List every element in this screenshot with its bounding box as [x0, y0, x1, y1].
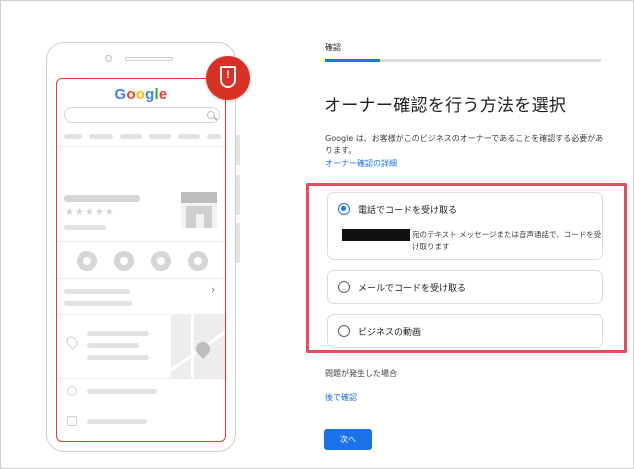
- radio-button-selected[interactable]: [338, 203, 350, 215]
- mock-tab: [178, 134, 200, 139]
- mock-tab: [149, 134, 171, 139]
- next-button[interactable]: 次へ: [324, 429, 372, 450]
- window-frame: Google ★★★★★ › ! 確認 オーナー確認を行う方法を選択 Googl…: [0, 0, 634, 469]
- phone-side-button: [236, 175, 240, 215]
- google-logo-letter: g: [145, 86, 155, 103]
- step-tab-label: 確認: [325, 43, 341, 52]
- radio-button[interactable]: [338, 325, 350, 337]
- verification-badge: !: [206, 56, 250, 100]
- option-detail: 宛のテキスト メッセージまたは音声通話で、コードを受け取ります: [412, 230, 602, 251]
- verify-later-link[interactable]: 後で確認: [325, 392, 357, 403]
- mock-text-line: [64, 289, 130, 294]
- step-progress-track: [325, 59, 601, 62]
- mock-text-line: [87, 343, 139, 348]
- directions-icon: [114, 251, 134, 271]
- location-pin-icon: [64, 334, 80, 350]
- search-icon: [207, 111, 215, 119]
- mock-text-line: [87, 419, 147, 424]
- call-icon: [77, 251, 97, 271]
- option-email-code[interactable]: メールでコードを受け取る: [327, 270, 603, 304]
- option-label: メールでコードを受け取る: [358, 284, 467, 294]
- phone-speaker: [125, 57, 173, 61]
- divider: [57, 241, 225, 242]
- rating-stars: ★★★★★: [65, 207, 115, 218]
- option-phone-code[interactable]: 電話でコードを受け取る 宛のテキスト メッセージまたは音声通話で、コードを受け取…: [327, 192, 603, 260]
- mini-map: [171, 314, 225, 378]
- verification-options-highlight: 電話でコードを受け取る 宛のテキスト メッセージまたは音声通話で、コードを受け取…: [306, 183, 627, 353]
- divider: [57, 146, 225, 147]
- mock-tab: [120, 134, 142, 139]
- step-progress-indicator: [325, 59, 380, 62]
- mock-business-name: [64, 195, 140, 202]
- mock-text-line: [87, 331, 149, 336]
- clock-icon: [67, 386, 77, 396]
- google-logo-letter: o: [135, 86, 146, 103]
- radio-button[interactable]: [338, 281, 350, 293]
- option-label: ビジネスの動画: [358, 328, 422, 338]
- description-text: Google は、お客様がこのビジネスのオーナーであることを確認する必要がありま…: [325, 134, 604, 155]
- google-logo: Google: [57, 86, 225, 103]
- phone-camera: [105, 55, 112, 62]
- mock-text-line: [87, 389, 157, 394]
- mock-text-line: [87, 355, 149, 360]
- mock-text-line: [64, 301, 132, 306]
- google-logo-letter: e: [158, 86, 168, 103]
- option-label: 電話でコードを受け取る: [358, 206, 458, 216]
- chevron-right-icon: ›: [211, 283, 216, 296]
- storefront-door: [196, 214, 204, 228]
- storefront-body: [186, 206, 212, 228]
- mock-tab: [64, 134, 82, 139]
- storefront-roof: [181, 192, 217, 203]
- trouble-text: 問題が発生した場合: [325, 369, 397, 378]
- phone-illustration: Google ★★★★★ ›: [46, 42, 240, 452]
- mock-tab: [89, 134, 113, 139]
- shield-alert-icon: !: [220, 66, 236, 88]
- mock-tab: [207, 134, 221, 139]
- phone-screen: Google ★★★★★ ›: [56, 78, 226, 442]
- page-title: オーナー確認を行う方法を選択: [324, 96, 567, 116]
- shield-glyph: !: [226, 69, 230, 81]
- map-road: [191, 314, 194, 378]
- option-business-video[interactable]: ビジネスの動画: [327, 314, 603, 348]
- save-icon: [151, 251, 171, 271]
- learn-more-link[interactable]: オーナー確認の詳細: [325, 158, 397, 169]
- google-logo-letter: o: [126, 86, 136, 103]
- google-logo-letter: G: [114, 86, 127, 103]
- divider: [57, 378, 225, 379]
- mock-search-bar: [64, 107, 220, 123]
- mock-category: [64, 225, 106, 230]
- storefront-icon: [181, 192, 217, 228]
- phone-side-button: [236, 135, 240, 165]
- divider: [57, 278, 225, 279]
- redacted-phone-number: [342, 229, 410, 241]
- phone-icon: [67, 416, 77, 426]
- phone-side-button: [236, 223, 240, 263]
- website-icon: [188, 251, 208, 271]
